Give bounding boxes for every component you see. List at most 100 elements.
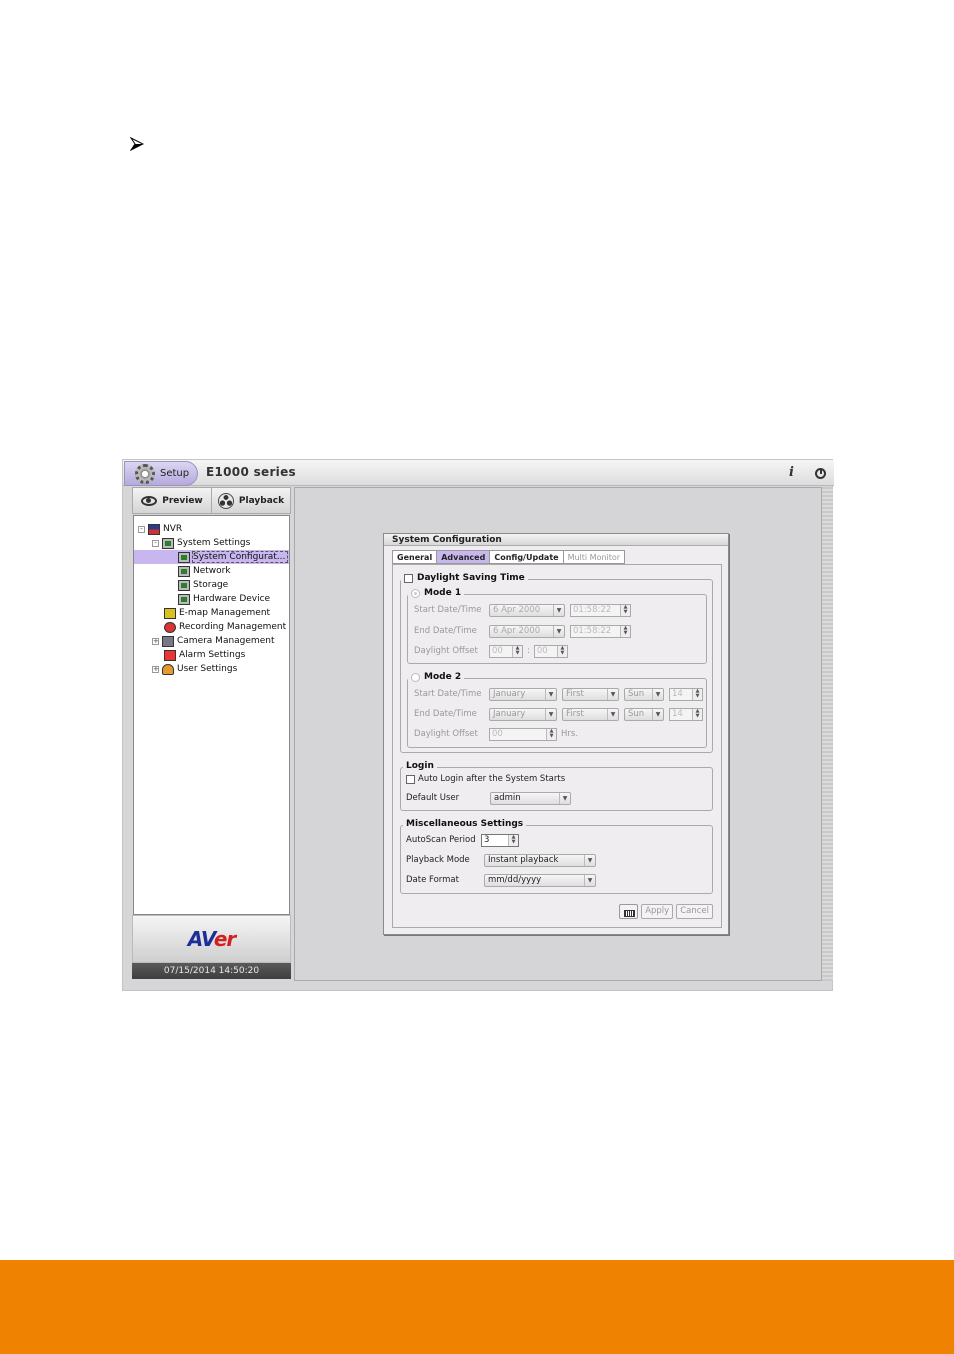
tree-item-label: Alarm Settings bbox=[179, 650, 246, 660]
mode1-radio[interactable] bbox=[411, 588, 420, 598]
expand-icon[interactable]: + bbox=[152, 637, 159, 645]
gear-icon bbox=[135, 463, 155, 484]
expand-icon[interactable]: + bbox=[152, 665, 159, 673]
clock-display: 07/15/2014 14:50:20 bbox=[132, 963, 291, 979]
logo-accent: er bbox=[213, 927, 236, 951]
field-label: Default User bbox=[406, 793, 460, 803]
dropdown-arrow-icon: ▼ bbox=[545, 708, 556, 720]
tree-item-system-settings[interactable]: - System Settings bbox=[134, 536, 289, 550]
tree-item-camera-management[interactable]: + Camera Management bbox=[134, 634, 289, 648]
setup-tab-label: Setup bbox=[160, 468, 190, 479]
mode1-label: Mode 1 bbox=[424, 588, 462, 598]
field-label: Daylight Offset bbox=[414, 646, 478, 656]
keyboard-icon[interactable] bbox=[619, 904, 639, 919]
playback-label: Playback bbox=[238, 495, 285, 506]
mode2-label-row: Mode 2 bbox=[408, 672, 465, 682]
dropdown-arrow-icon: ▼ bbox=[584, 874, 595, 886]
combo-value: mm/dd/yyyy bbox=[488, 875, 542, 885]
default-user-row: Default User admin ▼ bbox=[406, 791, 576, 805]
combo-value: admin bbox=[494, 793, 521, 803]
mode2-group: Mode 2 Start Date/Time January ▼ First ▼ S… bbox=[407, 672, 707, 748]
dropdown-arrow-icon: ▼ bbox=[553, 604, 564, 616]
mode1-offset-minutes: 00 ▲ ▼ bbox=[533, 644, 568, 658]
combo-value: January bbox=[493, 689, 526, 699]
combo-value: 6 Apr 2000 bbox=[493, 626, 541, 636]
auto-login-row[interactable]: Auto Login after the System Starts bbox=[406, 772, 565, 786]
tree-item-label: Camera Management bbox=[177, 636, 275, 646]
login-group: Login Auto Login after the System Starts… bbox=[400, 761, 713, 811]
tab-general[interactable]: General bbox=[392, 550, 437, 564]
right-scroll-edge[interactable] bbox=[822, 487, 833, 981]
tab-config-update[interactable]: Config/Update bbox=[489, 550, 563, 564]
collapse-icon[interactable]: - bbox=[152, 539, 159, 547]
dropdown-arrow-icon: ▼ bbox=[584, 854, 595, 866]
mode1-end-row: End Date/Time 6 Apr 2000 ▼ 01:58:22 ▲ ▼ bbox=[414, 624, 635, 638]
mode2-end-month: January ▼ bbox=[489, 707, 557, 721]
tab-advanced[interactable]: Advanced bbox=[436, 550, 490, 564]
monitor-icon bbox=[178, 579, 190, 591]
nvr-setup-window: Setup E1000 series i Preview Playback - … bbox=[122, 459, 834, 991]
mode2-end-row: End Date/Time January ▼ First ▼ Sun ▼ 14 ▲ ▼ bbox=[414, 707, 707, 721]
playback-mode-select[interactable]: Instant playback ▼ bbox=[484, 853, 596, 867]
dst-checkbox[interactable] bbox=[404, 573, 413, 583]
dst-label-row: Daylight Saving Time bbox=[401, 573, 528, 583]
spinner-arrows-icon[interactable]: ▲ ▼ bbox=[508, 834, 518, 846]
mode2-end-week: First ▼ bbox=[562, 707, 619, 721]
dropdown-arrow-icon: ▼ bbox=[652, 688, 663, 700]
spin-value: 00 bbox=[492, 729, 503, 739]
tab-bar: General Advanced Config/Update Multi Mon… bbox=[392, 550, 626, 564]
spinner-arrows-icon: ▲ ▼ bbox=[620, 625, 630, 637]
tree-item-system-configuration[interactable]: System Configurat... bbox=[134, 550, 289, 564]
login-label: Login bbox=[403, 761, 437, 771]
playback-button[interactable]: Playback bbox=[212, 488, 290, 513]
field-label: End Date/Time bbox=[414, 626, 477, 636]
recording-icon bbox=[164, 621, 176, 633]
tree-item-network[interactable]: Network bbox=[134, 564, 289, 578]
tree-item-storage[interactable]: Storage bbox=[134, 578, 289, 592]
tree-item-label: System Settings bbox=[177, 538, 251, 548]
combo-value: Instant playback bbox=[488, 855, 559, 865]
default-user-select[interactable]: admin ▼ bbox=[490, 791, 571, 805]
spinner-arrows-icon: ▲ ▼ bbox=[620, 604, 630, 616]
setup-tab[interactable]: Setup bbox=[124, 461, 198, 486]
monitor-icon bbox=[178, 551, 190, 563]
tree-item-alarm-settings[interactable]: Alarm Settings bbox=[134, 648, 289, 662]
spinner-arrows-icon: ▲ ▼ bbox=[546, 728, 556, 740]
dropdown-arrow-icon: ▼ bbox=[545, 688, 556, 700]
system-settings-icon bbox=[162, 537, 174, 549]
mode2-start-day: Sun ▼ bbox=[624, 687, 664, 701]
field-label: Start Date/Time bbox=[414, 689, 482, 699]
tree-item-recording-management[interactable]: Recording Management bbox=[134, 620, 289, 634]
preview-label: Preview bbox=[162, 495, 203, 506]
tree-item-nvr[interactable]: - NVR bbox=[134, 522, 289, 536]
autoscan-spinner[interactable]: 3 ▲ ▼ bbox=[481, 833, 519, 847]
dst-label: Daylight Saving Time bbox=[417, 573, 525, 583]
footer-bar bbox=[0, 1260, 954, 1354]
field-label: Daylight Offset bbox=[414, 729, 478, 739]
cancel-button[interactable]: Cancel bbox=[676, 904, 713, 919]
autoscan-row: AutoScan Period 3 ▲ ▼ bbox=[406, 833, 523, 847]
mode1-group: Mode 1 Start Date/Time 6 Apr 2000 ▼ 01:58… bbox=[407, 588, 707, 664]
combo-value: January bbox=[493, 709, 526, 719]
info-icon[interactable]: i bbox=[789, 465, 794, 480]
preview-button[interactable]: Preview bbox=[133, 488, 212, 513]
advanced-tab-body: Daylight Saving Time Mode 1 Start Date/T… bbox=[392, 564, 722, 928]
mode2-radio[interactable] bbox=[411, 672, 420, 682]
power-icon[interactable] bbox=[815, 468, 826, 479]
tree-item-user-settings[interactable]: + User Settings bbox=[134, 662, 289, 676]
tree-item-hardware-device[interactable]: Hardware Device bbox=[134, 592, 289, 606]
arrow-bullet-icon bbox=[130, 137, 144, 151]
dropdown-arrow-icon: ▼ bbox=[607, 708, 618, 720]
tree-item-emap-management[interactable]: E-map Management bbox=[134, 606, 289, 620]
collapse-icon[interactable]: - bbox=[138, 525, 145, 533]
dropdown-arrow-icon: ▼ bbox=[559, 792, 570, 804]
date-format-select[interactable]: mm/dd/yyyy ▼ bbox=[484, 873, 596, 887]
mode2-label: Mode 2 bbox=[424, 672, 462, 682]
spin-value: 14 bbox=[672, 689, 683, 699]
mode2-start-hour: 14 ▲ ▼ bbox=[669, 687, 703, 701]
camera-icon bbox=[162, 635, 174, 647]
apply-button[interactable]: Apply bbox=[641, 904, 674, 919]
auto-login-checkbox[interactable] bbox=[406, 774, 415, 784]
field-label: End Date/Time bbox=[414, 709, 477, 719]
field-label: Start Date/Time bbox=[414, 605, 482, 615]
